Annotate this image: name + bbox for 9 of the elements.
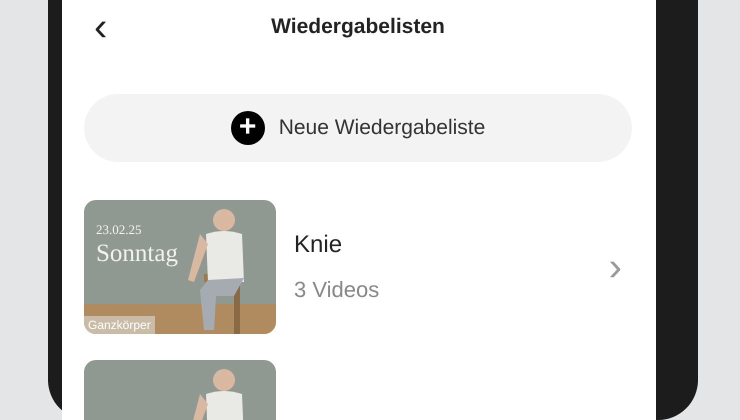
video-count: 3 Videos	[294, 277, 380, 303]
new-playlist-button[interactable]: + Neue Wiedergabeliste	[84, 94, 632, 162]
plus-icon: +	[230, 111, 265, 145]
back-button[interactable]: ‹	[88, 7, 114, 47]
thumbnail-day: Sonntag	[96, 240, 178, 268]
playlist-name: Knie	[294, 231, 344, 259]
thumbnail-date: 23.02.25	[96, 222, 142, 238]
category-tag: Ganzkörper	[84, 316, 155, 334]
screen-title: Wiedergabelisten	[271, 15, 445, 39]
